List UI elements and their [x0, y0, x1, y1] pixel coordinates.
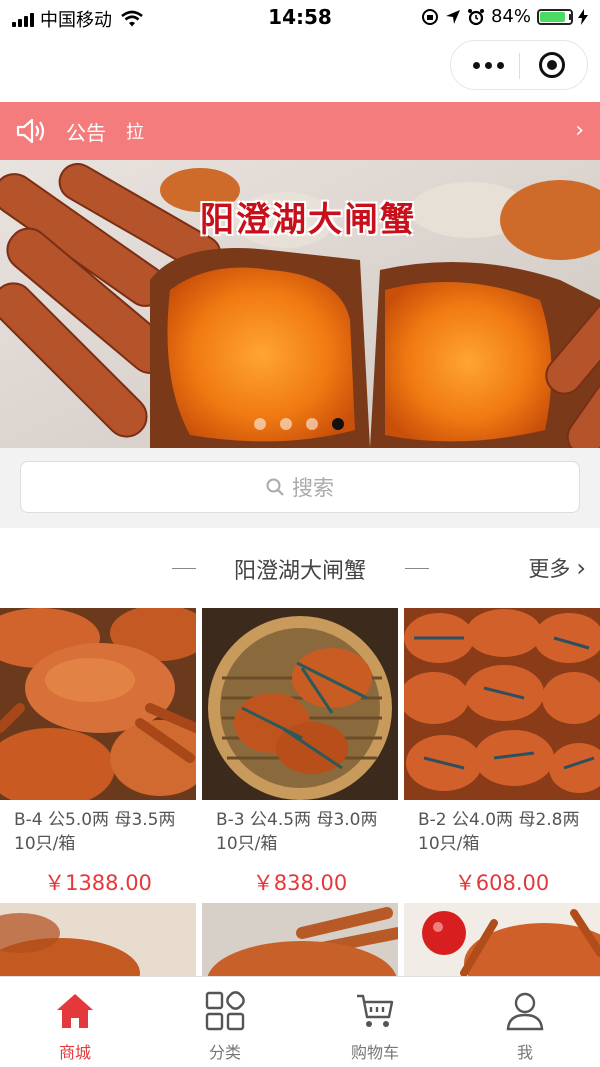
- more-label: 更多: [528, 557, 571, 581]
- tab-label: 分类: [208, 1043, 241, 1062]
- chevron-right-icon: ›: [576, 554, 586, 582]
- user-icon: [506, 992, 544, 1031]
- product-image: [0, 608, 196, 800]
- product-price: ￥1388.00: [44, 871, 152, 895]
- tab-bar: 商城 分类 购物车 我: [0, 976, 600, 1067]
- product-image-partial[interactable]: [202, 903, 398, 976]
- product-name: B-3 公4.5两 母3.0两 10只/箱: [216, 810, 378, 854]
- charging-icon: [578, 8, 588, 25]
- notice-bar[interactable]: 公告 拉 ›: [0, 102, 600, 160]
- search-area: 搜索: [0, 448, 600, 528]
- product-name: B-4 公5.0两 母3.5两 10只/箱: [14, 810, 176, 854]
- status-bar: 中国移动 14:58 84%: [0, 0, 600, 34]
- section-header: 阳澄湖大闸蟹 更多 ›: [0, 528, 600, 608]
- product-price: ￥838.00: [252, 871, 348, 895]
- product-image-partial[interactable]: [0, 903, 196, 976]
- product-price: ￥608.00: [454, 871, 550, 895]
- carousel-dot[interactable]: [254, 418, 266, 430]
- section-title: 阳澄湖大闸蟹: [233, 559, 366, 584]
- tab-me[interactable]: 我: [450, 977, 600, 1067]
- search-icon: [266, 478, 284, 496]
- battery-percent: 84%: [490, 6, 531, 27]
- location-icon: [445, 9, 460, 24]
- product-image: [404, 608, 600, 800]
- tab-cart[interactable]: 购物车: [300, 977, 450, 1067]
- tab-label: 我: [516, 1043, 533, 1062]
- more-options-icon[interactable]: [471, 51, 507, 79]
- battery-icon: [537, 8, 573, 25]
- mini-program-capsule: [450, 40, 588, 90]
- product-image-partial[interactable]: [404, 903, 600, 976]
- tab-home[interactable]: 商城: [0, 977, 150, 1067]
- notice-text: 拉: [126, 122, 144, 143]
- alarm-icon: [467, 8, 484, 25]
- home-icon: [57, 994, 93, 1028]
- rotation-lock-icon: [421, 8, 438, 25]
- product-grid: B-4 公5.0两 母3.5两 10只/箱 ￥1388.00 B-3 公4.5两…: [0, 608, 600, 976]
- product-image: [202, 608, 398, 800]
- more-link[interactable]: 更多 ›: [528, 553, 586, 583]
- nav-bar: [0, 34, 600, 102]
- tab-category[interactable]: 分类: [150, 977, 300, 1067]
- cart-icon: [357, 994, 394, 1027]
- banner-carousel[interactable]: 阳澄湖大闸蟹: [0, 160, 600, 448]
- product-name: B-2 公4.0两 母2.8两 10只/箱: [418, 810, 580, 854]
- carousel-dot[interactable]: [280, 418, 292, 430]
- carousel-dot[interactable]: [306, 418, 318, 430]
- notice-label: 公告: [66, 120, 106, 145]
- product-card[interactable]: B-4 公5.0两 母3.5两 10只/箱 ￥1388.00: [0, 608, 196, 897]
- search-input[interactable]: 搜索: [20, 461, 580, 513]
- grid-icon: [205, 991, 245, 1031]
- search-placeholder: 搜索: [292, 476, 334, 500]
- chevron-right-icon: ›: [575, 118, 584, 143]
- close-mini-program-icon[interactable]: [539, 52, 565, 78]
- tab-label: 商城: [58, 1043, 91, 1062]
- speaker-icon: [16, 118, 45, 144]
- banner-title: 阳澄湖大闸蟹: [200, 200, 416, 240]
- carousel-indicators: [254, 418, 344, 430]
- product-card[interactable]: B-3 公4.5两 母3.0两 10只/箱 ￥838.00: [202, 608, 398, 897]
- tab-label: 购物车: [350, 1043, 399, 1062]
- carousel-dot[interactable]: [332, 418, 344, 430]
- product-card[interactable]: B-2 公4.0两 母2.8两 10只/箱 ￥608.00: [404, 608, 600, 897]
